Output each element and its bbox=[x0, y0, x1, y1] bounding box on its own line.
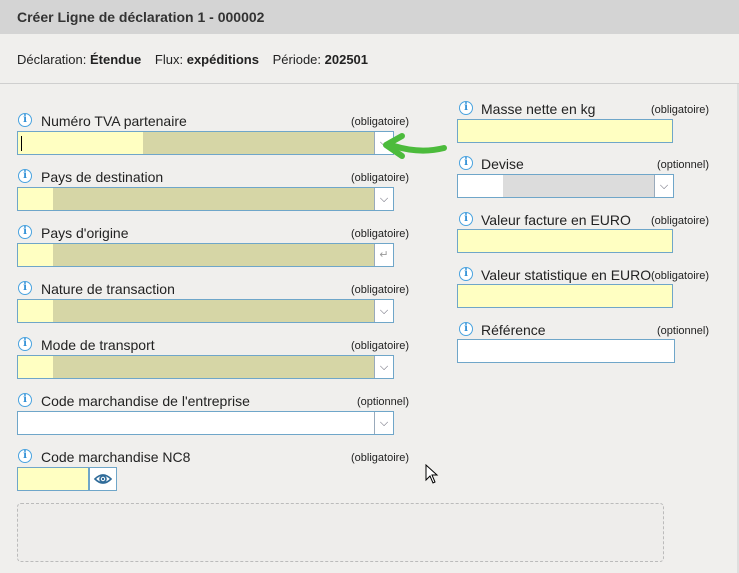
reference-input[interactable] bbox=[457, 339, 675, 363]
declaration-summary: Déclaration: Étendue Flux: expéditions P… bbox=[17, 52, 368, 67]
net-mass-requirement: (obligatoire) bbox=[651, 104, 710, 116]
info-icon[interactable]: i bbox=[18, 449, 32, 463]
reference-label: Référence bbox=[481, 322, 546, 338]
return-arrow-icon[interactable]: ↵ bbox=[374, 244, 393, 266]
destination-country-combo[interactable]: ⌵ bbox=[17, 187, 394, 211]
declaration-label: Déclaration: bbox=[17, 52, 87, 67]
origin-country-input[interactable] bbox=[18, 244, 53, 266]
attachment-drop-zone[interactable] bbox=[17, 503, 664, 562]
info-icon[interactable]: i bbox=[459, 267, 473, 281]
chevron-down-icon[interactable]: ⌵ bbox=[654, 175, 673, 197]
origin-country-label: Pays d'origine bbox=[41, 225, 129, 241]
net-mass-input[interactable] bbox=[457, 119, 673, 143]
flux-label: Flux: bbox=[154, 52, 184, 67]
currency-requirement: (optionnel) bbox=[657, 159, 709, 171]
company-goods-code-label: Code marchandise de l'entreprise bbox=[41, 393, 250, 409]
origin-country-combo[interactable]: ↵ bbox=[17, 243, 394, 267]
tva-partner-input[interactable] bbox=[18, 132, 143, 154]
statistical-value-label: Valeur statistique en EURO bbox=[481, 267, 652, 283]
transaction-nature-input[interactable] bbox=[18, 300, 53, 322]
transport-mode-label: Mode de transport bbox=[41, 337, 155, 353]
transaction-nature-label: Nature de transaction bbox=[41, 281, 175, 297]
periode-value: 202501 bbox=[324, 52, 369, 67]
info-icon[interactable]: i bbox=[18, 393, 32, 407]
destination-country-requirement: (obligatoire) bbox=[351, 172, 410, 184]
mouse-pointer-icon bbox=[425, 464, 439, 484]
declaration-value: Étendue bbox=[90, 52, 142, 67]
origin-country-requirement: (obligatoire) bbox=[351, 228, 410, 240]
transport-mode-input[interactable] bbox=[18, 356, 53, 378]
chevron-down-icon[interactable]: ⌵ bbox=[374, 356, 393, 378]
tva-partner-combo[interactable]: ⌵ bbox=[17, 131, 394, 155]
currency-label: Devise bbox=[481, 156, 524, 172]
reference-requirement: (optionnel) bbox=[657, 325, 709, 337]
nc8-code-requirement: (obligatoire) bbox=[351, 452, 410, 464]
statistical-value-input[interactable] bbox=[457, 284, 673, 308]
info-icon[interactable]: i bbox=[18, 225, 32, 239]
info-icon[interactable]: i bbox=[18, 281, 32, 295]
info-icon[interactable]: i bbox=[459, 322, 473, 336]
info-icon[interactable]: i bbox=[18, 113, 32, 127]
window-title: Créer Ligne de déclaration 1 - 000002 bbox=[0, 0, 739, 34]
transport-mode-combo[interactable]: ⌵ bbox=[17, 355, 394, 379]
chevron-down-icon[interactable]: ⌵ bbox=[374, 188, 393, 210]
periode-label: Période: bbox=[272, 52, 322, 67]
statistical-value-requirement: (obligatoire) bbox=[651, 270, 710, 282]
tva-partner-requirement: (obligatoire) bbox=[351, 116, 410, 128]
transaction-nature-requirement: (obligatoire) bbox=[351, 284, 410, 296]
currency-combo[interactable]: ⌵ bbox=[457, 174, 674, 198]
chevron-down-icon[interactable]: ⌵ bbox=[374, 412, 393, 434]
tva-partner-label: Numéro TVA partenaire bbox=[41, 113, 187, 129]
text-cursor bbox=[21, 136, 22, 151]
invoice-value-label: Valeur facture en EURO bbox=[481, 212, 631, 228]
info-icon[interactable]: i bbox=[459, 101, 473, 115]
company-goods-code-requirement: (optionnel) bbox=[357, 396, 409, 408]
annotation-arrow-icon bbox=[383, 133, 447, 159]
eye-icon bbox=[93, 474, 113, 484]
chevron-down-icon[interactable]: ⌵ bbox=[374, 300, 393, 322]
invoice-value-requirement: (obligatoire) bbox=[651, 215, 710, 227]
nc8-code-input[interactable] bbox=[17, 467, 89, 491]
invoice-value-input[interactable] bbox=[457, 229, 673, 253]
destination-country-label: Pays de destination bbox=[41, 169, 164, 185]
destination-country-input[interactable] bbox=[18, 188, 53, 210]
info-icon[interactable]: i bbox=[459, 156, 473, 170]
info-icon[interactable]: i bbox=[459, 212, 473, 226]
transaction-nature-combo[interactable]: ⌵ bbox=[17, 299, 394, 323]
info-icon[interactable]: i bbox=[18, 169, 32, 183]
transport-mode-requirement: (obligatoire) bbox=[351, 340, 410, 352]
nc8-code-label: Code marchandise NC8 bbox=[41, 449, 191, 465]
currency-input[interactable] bbox=[458, 175, 503, 197]
info-icon[interactable]: i bbox=[18, 337, 32, 351]
net-mass-label: Masse nette en kg bbox=[481, 101, 596, 117]
company-goods-code-combo[interactable]: ⌵ bbox=[17, 411, 394, 435]
declaration-info-bar: Déclaration: Étendue Flux: expéditions P… bbox=[0, 34, 739, 84]
flux-value: expéditions bbox=[186, 52, 259, 67]
nc8-lookup-button[interactable] bbox=[89, 467, 117, 491]
